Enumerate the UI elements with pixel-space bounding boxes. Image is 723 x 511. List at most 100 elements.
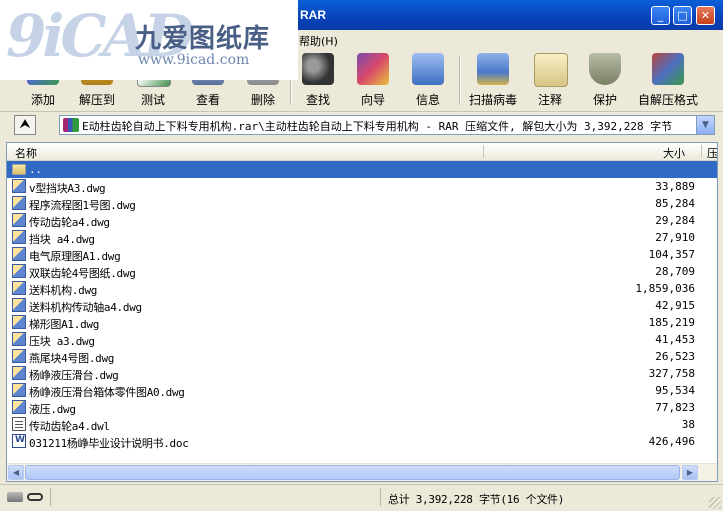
maximize-button[interactable]: □ xyxy=(673,6,692,25)
delete-label: 删除 xyxy=(250,93,275,107)
table-row[interactable]: 传动齿轮a4.dwg 29,284 xyxy=(7,212,717,229)
status-bar: 总计 3,392,228 字节(16 个文件) xyxy=(0,484,723,511)
file-name: 杨峥液压滑台箱体零件图A0.dwg xyxy=(29,386,185,399)
dwg-file-icon xyxy=(12,383,26,397)
view-label: 查看 xyxy=(195,93,220,107)
column-packed[interactable]: 压 xyxy=(707,145,717,161)
table-row[interactable]: 压块 a3.dwg 41,453 xyxy=(7,331,717,348)
scroll-left-icon[interactable]: ◀ xyxy=(8,465,24,480)
column-name[interactable]: 名称 xyxy=(15,145,37,161)
sfx-button[interactable]: 自解压格式 xyxy=(636,49,700,111)
file-name: 传动齿轮a4.dwl xyxy=(29,420,110,433)
find-icon xyxy=(302,53,334,85)
table-row[interactable]: 电气原理图A1.dwg 104,357 xyxy=(7,246,717,263)
file-name: 电气原理图A1.dwg xyxy=(29,250,121,263)
sfx-label: 自解压格式 xyxy=(637,93,698,107)
scroll-right-icon[interactable]: ▶ xyxy=(682,465,698,480)
file-name: 压块 a3.dwg xyxy=(29,335,95,348)
status-divider xyxy=(50,488,51,506)
column-divider[interactable] xyxy=(483,145,484,158)
toolbar-separator xyxy=(459,55,461,105)
up-folder-button[interactable]: ⮝ xyxy=(14,115,36,135)
file-list[interactable]: 名称 大小 压 .. v型挡块A3.dwg 33,889 程序流程图1号图.dwg 85… xyxy=(6,142,718,482)
table-row[interactable]: 液压.dwg 77,823 xyxy=(7,399,717,416)
file-size: 38 xyxy=(681,418,695,431)
scan-virus-button[interactable]: 扫描病毒 xyxy=(464,49,522,111)
key-icon[interactable] xyxy=(27,493,43,501)
table-row[interactable]: 程序流程图1号图.dwg 85,284 xyxy=(7,195,717,212)
find-label: 查找 xyxy=(305,93,330,107)
dwl-file-icon xyxy=(12,417,26,431)
comment-button[interactable]: 注释 xyxy=(525,49,575,111)
protect-label: 保护 xyxy=(592,93,617,107)
sfx-icon xyxy=(652,53,684,85)
resize-grip-icon[interactable] xyxy=(709,497,721,509)
table-row[interactable]: 031211杨峥毕业设计说明书.doc 426,496 xyxy=(7,433,717,450)
table-row[interactable]: 送料机构.dwg 1,859,036 xyxy=(7,280,717,297)
wizard-button[interactable]: 向导 xyxy=(348,49,398,111)
table-row[interactable]: 挡块 a4.dwg 27,910 xyxy=(7,229,717,246)
path-text: E动柱齿轮自动上下料专用机构.rar\主动柱齿轮自动上下料专用机构 - RAR … xyxy=(82,120,673,133)
comment-label: 注释 xyxy=(537,93,562,107)
chevron-down-icon[interactable]: ▼ xyxy=(696,116,714,134)
info-icon xyxy=(412,53,444,85)
dwg-file-icon xyxy=(12,230,26,244)
find-button[interactable]: 查找 xyxy=(293,49,343,111)
file-size: 26,523 xyxy=(655,350,695,363)
file-size: 327,758 xyxy=(648,367,695,380)
table-row[interactable]: 送料机构传动轴a4.dwg 42,915 xyxy=(7,297,717,314)
comment-icon xyxy=(534,53,568,87)
file-rows: .. v型挡块A3.dwg 33,889 程序流程图1号图.dwg 85,284 传动齿轮… xyxy=(7,161,717,450)
scrollbar-thumb[interactable] xyxy=(25,465,680,480)
file-name: 程序流程图1号图.dwg xyxy=(29,199,136,212)
horizontal-scrollbar[interactable]: ◀ ▶ xyxy=(7,463,717,481)
dwg-file-icon xyxy=(12,196,26,210)
logo-name: 九爱图纸库 xyxy=(135,24,271,54)
file-name: 液压.dwg xyxy=(29,403,76,416)
file-name: 031211杨峥毕业设计说明书.doc xyxy=(29,437,189,450)
table-row[interactable]: 燕尾块4号图.dwg 26,523 xyxy=(7,348,717,365)
table-row[interactable]: 梯形图A1.dwg 185,219 xyxy=(7,314,717,331)
file-name: 梯形图A1.dwg xyxy=(29,318,100,331)
wizard-label: 向导 xyxy=(360,93,385,107)
dwg-file-icon xyxy=(12,179,26,193)
table-row[interactable]: 双联齿轮4号图纸.dwg 28,709 xyxy=(7,263,717,280)
site-logo: 9iCAD 九爱图纸库 www.9icad.com xyxy=(0,0,298,80)
extract-to-label: 解压到 xyxy=(78,93,115,107)
table-row[interactable]: .. xyxy=(7,161,717,178)
file-size: 77,823 xyxy=(655,401,695,414)
file-size: 27,910 xyxy=(655,231,695,244)
dwg-file-icon xyxy=(12,349,26,363)
dwg-file-icon xyxy=(12,281,26,295)
table-row[interactable]: 传动齿轮a4.dwl 38 xyxy=(7,416,717,433)
status-divider xyxy=(380,488,381,506)
file-size: 95,534 xyxy=(655,384,695,397)
scan-virus-icon xyxy=(477,53,509,85)
table-row[interactable]: v型挡块A3.dwg 33,889 xyxy=(7,178,717,195)
protect-button[interactable]: 保护 xyxy=(580,49,630,111)
table-row[interactable]: 杨峥液压滑台.dwg 327,758 xyxy=(7,365,717,382)
file-name: 双联齿轮4号图纸.dwg xyxy=(29,267,136,280)
file-size: 28,709 xyxy=(655,265,695,278)
dwg-file-icon xyxy=(12,298,26,312)
rar-archive-icon xyxy=(63,118,79,132)
add-label: 添加 xyxy=(30,93,55,107)
dwg-file-icon xyxy=(12,315,26,329)
window-title: RAR xyxy=(300,8,326,22)
file-size: 41,453 xyxy=(655,333,695,346)
file-name: 送料机构传动轴a4.dwg xyxy=(29,301,142,314)
path-combobox[interactable]: E动柱齿轮自动上下料专用机构.rar\主动柱齿轮自动上下料专用机构 - RAR … xyxy=(59,115,715,135)
dwg-file-icon xyxy=(12,400,26,414)
close-button[interactable]: ✕ xyxy=(696,6,715,25)
column-divider[interactable] xyxy=(701,145,702,158)
disk-icon[interactable] xyxy=(7,492,23,502)
menu-help[interactable]: 帮助(H) xyxy=(299,33,338,49)
wizard-icon xyxy=(357,53,389,85)
table-row[interactable]: 杨峥液压滑台箱体零件图A0.dwg 95,534 xyxy=(7,382,717,399)
column-size[interactable]: 大小 xyxy=(663,145,685,161)
file-size: 104,357 xyxy=(648,248,695,261)
info-button[interactable]: 信息 xyxy=(403,49,453,111)
file-size: 42,915 xyxy=(655,299,695,312)
minimize-button[interactable]: _ xyxy=(651,6,670,25)
file-size: 33,889 xyxy=(655,180,695,193)
